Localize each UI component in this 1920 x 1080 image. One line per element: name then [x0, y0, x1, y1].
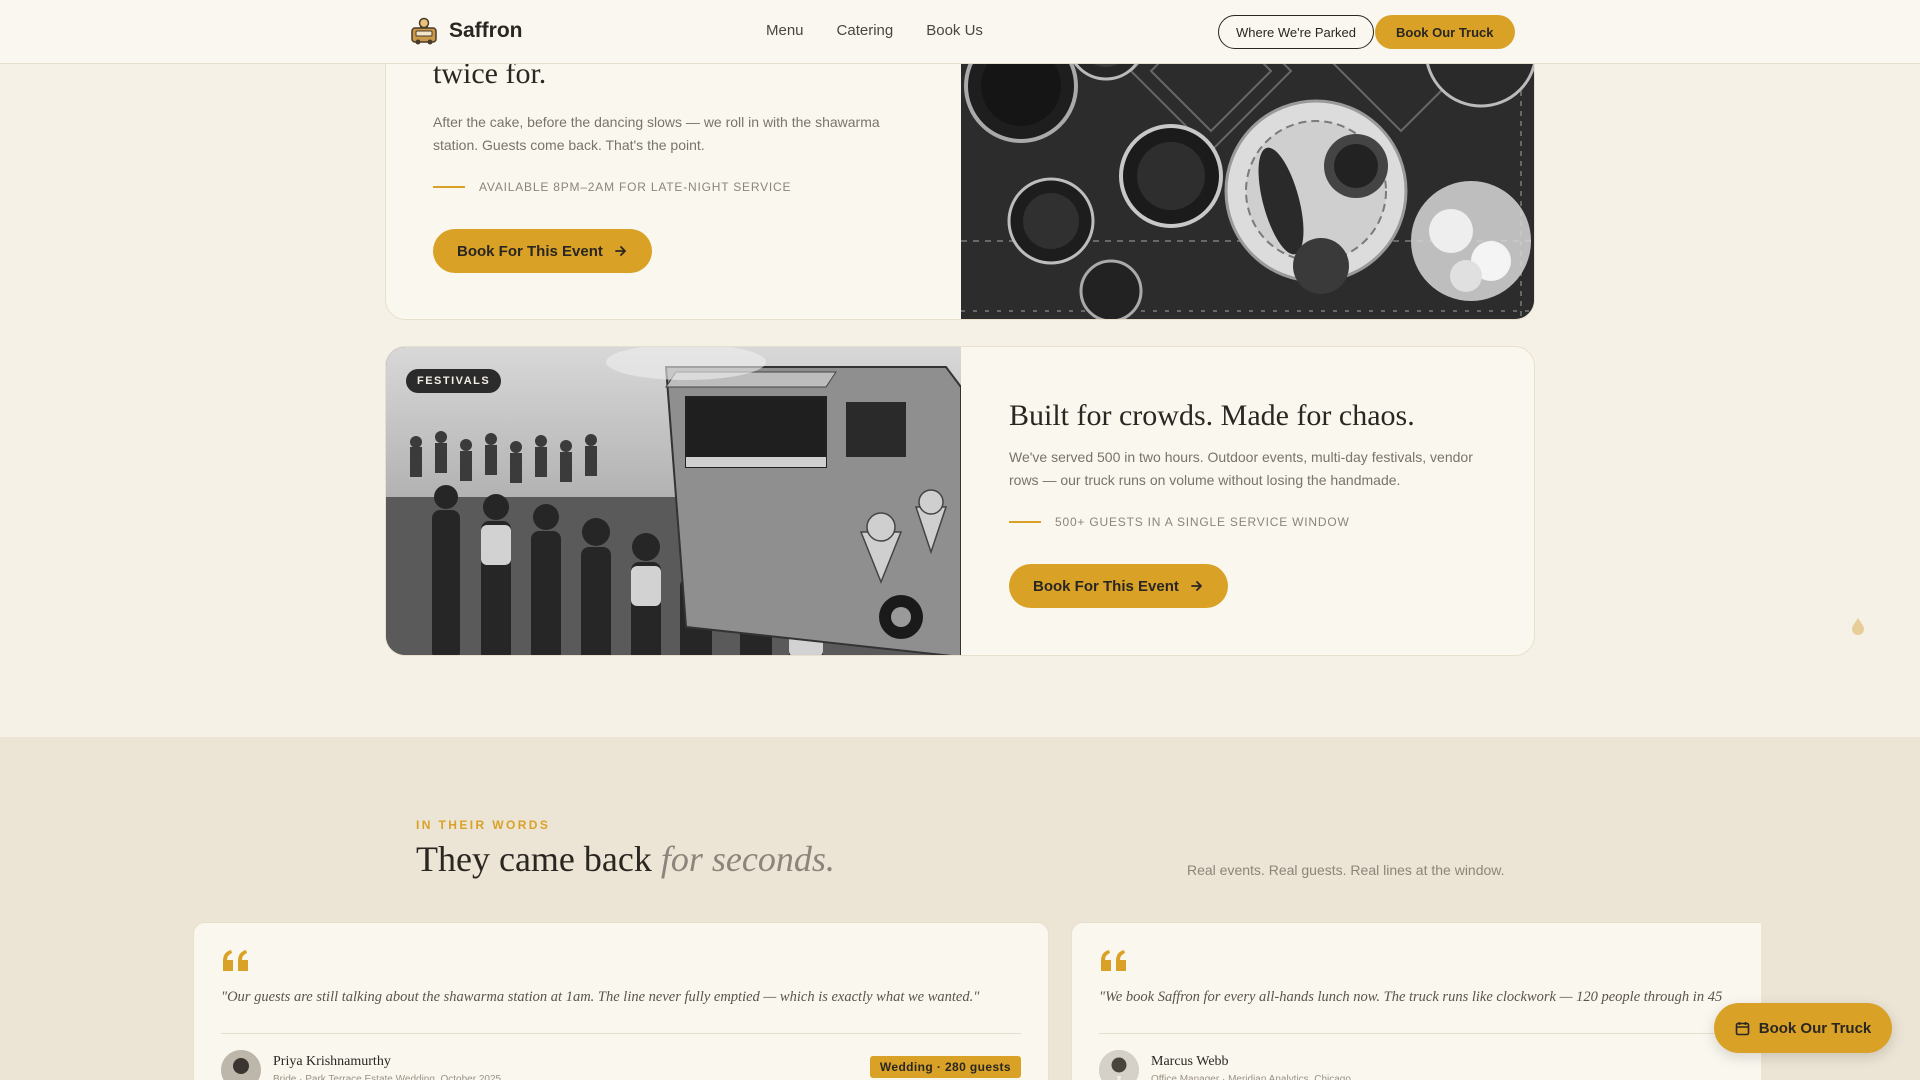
- nav-catering[interactable]: Catering: [837, 22, 894, 39]
- category-badge: FESTIVALS: [406, 369, 502, 393]
- testimonial-card: "Our guests are still talking about the …: [193, 922, 1049, 1080]
- calendar-icon: [1735, 1021, 1750, 1035]
- author-role: Bride · Park Terrace Estate Wedding, Oct…: [273, 1074, 502, 1080]
- site-header: Saffron Menu Catering Book Us Where We'r…: [0, 0, 1920, 64]
- heading-plain: They came back: [416, 839, 652, 879]
- heading-italic: for seconds.: [660, 839, 835, 879]
- floating-book-truck-button[interactable]: Book Our Truck: [1714, 1003, 1892, 1053]
- section-subheading: Real events. Real guests. Real lines at …: [1187, 862, 1505, 878]
- quote-icon: [1101, 950, 1126, 971]
- card-meta: AVAILABLE 8PM–2AM FOR LATE-NIGHT SERVICE: [433, 180, 791, 194]
- book-event-button[interactable]: Book For This Event: [1009, 564, 1228, 608]
- where-parked-button[interactable]: Where We're Parked: [1218, 15, 1375, 49]
- card-description: After the cake, before the dancing slows…: [433, 114, 880, 153]
- avatar: [221, 1050, 261, 1080]
- author-name: Marcus Webb: [1151, 1054, 1229, 1069]
- meta-rule: [1009, 521, 1041, 523]
- meta-rule: [433, 186, 465, 188]
- testimonial-card: "We book Saffron for every all-hands lun…: [1071, 922, 1761, 1080]
- section-heading: They came back for seconds.: [416, 838, 835, 880]
- nav-book-us[interactable]: Book Us: [926, 22, 983, 39]
- divider: [221, 1033, 1021, 1034]
- book-truck-header-button[interactable]: Book Our Truck: [1375, 15, 1515, 49]
- festival-crowd-photo: FESTIVALS: [386, 347, 961, 655]
- avatar: [1099, 1050, 1139, 1080]
- quote-icon: [223, 950, 248, 971]
- brand[interactable]: Saffron: [409, 16, 523, 46]
- meta-text: 500+ GUESTS IN A SINGLE SERVICE WINDOW: [1055, 515, 1350, 529]
- meta-text: AVAILABLE 8PM–2AM FOR LATE-NIGHT SERVICE: [479, 180, 792, 194]
- book-event-button[interactable]: Book For This Event: [433, 229, 652, 273]
- section-eyebrow: IN THEIR WORDS: [416, 818, 551, 832]
- author-name: Priya Krishnamurthy: [273, 1054, 391, 1069]
- testimonial-quote: "We book Saffron for every all-hands lun…: [1099, 989, 1723, 1005]
- brand-name: Saffron: [449, 19, 523, 42]
- nav-menu[interactable]: Menu: [766, 22, 804, 39]
- card-description: We've served 500 in two hours. Outdoor e…: [1009, 449, 1473, 488]
- book-event-label: Book For This Event: [457, 242, 603, 260]
- testimonial-quote: "Our guests are still talking about the …: [221, 989, 980, 1005]
- saffron-drop-decoration-icon: [1852, 618, 1864, 635]
- divider: [1099, 1033, 1761, 1034]
- arrow-right-icon: [614, 246, 626, 256]
- event-type-badge: Wedding · 280 guests: [869, 1056, 1021, 1078]
- food-truck-logo-icon: [411, 17, 437, 45]
- arrow-right-icon: [1190, 581, 1202, 591]
- main-nav: Menu Catering Book Us: [766, 22, 983, 39]
- author-role: Office Manager · Meridian Analytics, Chi…: [1151, 1074, 1351, 1080]
- book-event-label: Book For This Event: [1033, 577, 1179, 595]
- card-meta: 500+ GUESTS IN A SINGLE SERVICE WINDOW: [1009, 515, 1350, 529]
- card-title: Built for crowds. Made for chaos.: [1009, 399, 1415, 432]
- event-card-festivals: FESTIVALS Built for crowds. Made for cha…: [385, 346, 1535, 656]
- floating-button-label: Book Our Truck: [1758, 1019, 1872, 1037]
